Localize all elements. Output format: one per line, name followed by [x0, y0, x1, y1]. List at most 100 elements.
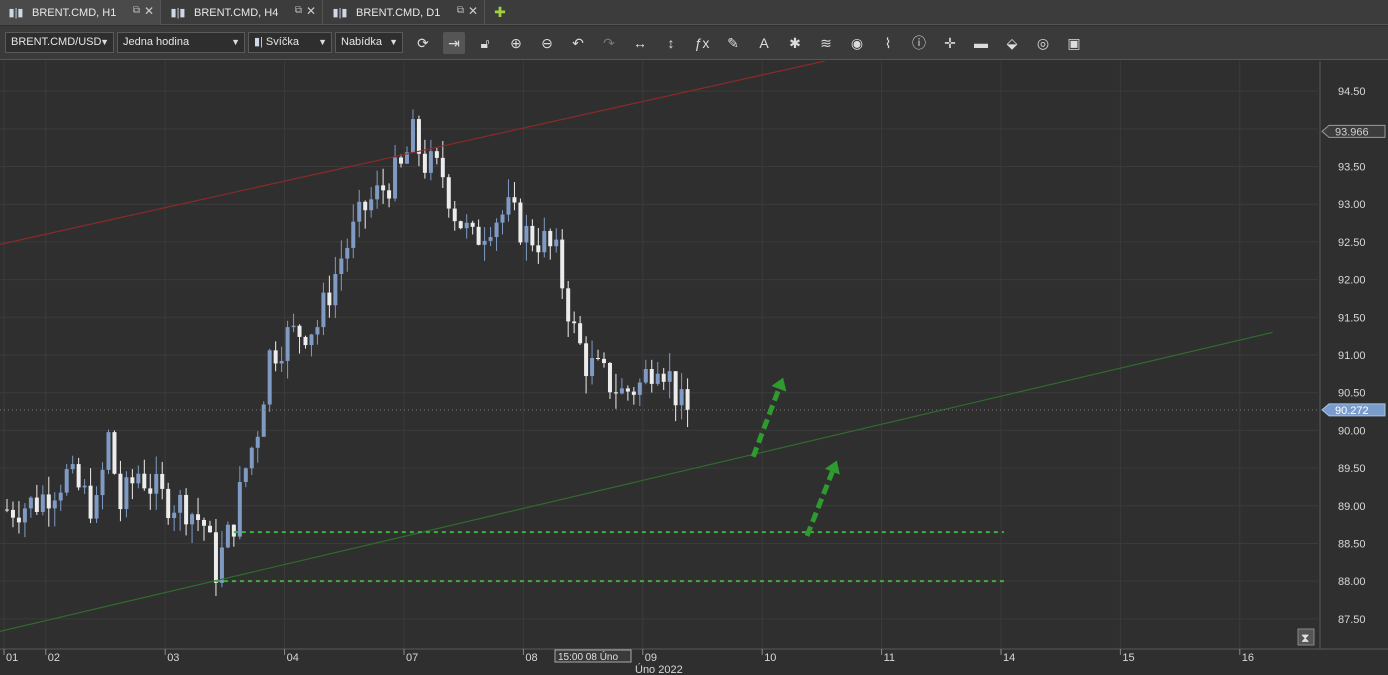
candle-body [488, 237, 493, 241]
candle-body [196, 514, 201, 520]
candle-body [40, 494, 45, 512]
price-side-value: Nabídka [341, 36, 382, 48]
candle-body [416, 119, 421, 154]
vertical-resize-icon[interactable]: ↕ [660, 32, 682, 54]
candle-body [94, 495, 99, 519]
chevron-down-icon: ▼ [231, 37, 240, 47]
y-tick-label: 92.50 [1338, 237, 1366, 249]
candle-body [452, 208, 457, 222]
tab-brent-h1[interactable]: ▮|▮ BRENT.CMD, H1 ⧉ ✕ [0, 0, 161, 25]
x-period-label: Úno 2022 [635, 663, 683, 675]
x-tick-label: 09 [645, 652, 657, 664]
undo-icon[interactable]: ↶ [567, 32, 589, 54]
indicator-fx-icon[interactable]: ƒx [691, 32, 713, 54]
close-icon[interactable]: ✕ [306, 4, 316, 18]
crosshair-icon[interactable]: ✛ [939, 32, 961, 54]
candle-body [446, 177, 451, 209]
x-tick-label: 10 [764, 652, 776, 664]
candle-chart-icon: ▮|▮ [170, 7, 186, 19]
detach-icon[interactable]: ⧉ [133, 5, 140, 16]
pattern-icon[interactable]: ✱ [784, 32, 806, 54]
candle-body [22, 508, 27, 523]
detach-icon[interactable]: ⧉ [457, 5, 464, 16]
period-separator-icon[interactable]: ▬ [970, 32, 992, 54]
candle-body [410, 119, 415, 153]
period-select[interactable]: Jedna hodina ▼ [117, 32, 245, 53]
candle-body [184, 494, 189, 525]
eye-icon[interactable]: ◉ [846, 32, 868, 54]
candle-body [673, 371, 678, 406]
info-icon[interactable]: ⓘ [908, 32, 930, 54]
candle-body [572, 321, 577, 324]
add-chart-icon[interactable]: ✚ [490, 2, 510, 22]
candle-body [476, 226, 481, 245]
candle-body [219, 547, 224, 583]
x-tick-label: 14 [1003, 652, 1015, 664]
candle-body [130, 477, 135, 484]
layers-icon[interactable]: ≋ [815, 32, 837, 54]
candle-body [554, 239, 559, 247]
horizontal-resize-icon[interactable]: ↔ [629, 32, 651, 54]
candle-body [381, 185, 386, 191]
candle-chart-icon: ▮|▮ [8, 7, 24, 19]
save-icon[interactable]: ▣ [1063, 32, 1085, 54]
candle-body [213, 532, 218, 583]
alert-icon[interactable]: ⌇ [877, 32, 899, 54]
price-side-select[interactable]: Nabídka ▼ [335, 32, 403, 53]
candle-body [160, 473, 165, 489]
high-price-label: 93.966 [1335, 126, 1369, 138]
chart-canvas[interactable]: 94.5094.0093.5093.0092.5092.0091.5091.00… [0, 60, 1388, 675]
candle-body [440, 157, 445, 178]
x-tick-label: 16 [1242, 652, 1254, 664]
candle-body [64, 469, 69, 493]
candle-body [315, 327, 320, 335]
settings-circle-icon[interactable]: ◎ [1032, 32, 1054, 54]
y-tick-label: 88.50 [1338, 538, 1366, 550]
tab-brent-d1[interactable]: ▮|▮ BRENT.CMD, D1 ⧉ ✕ [324, 0, 485, 25]
candle-body [333, 274, 338, 306]
autoshift-icon[interactable]: ⇥ [443, 32, 465, 54]
tab-brent-h4[interactable]: ▮|▮ BRENT.CMD, H4 ⧉ ✕ [162, 0, 323, 25]
candle-body [536, 245, 541, 253]
candle-body [548, 230, 553, 247]
candle-body [434, 151, 439, 158]
candle-body [590, 357, 595, 377]
candle-body [506, 197, 511, 215]
x-tick-label: 07 [406, 652, 418, 664]
candle-body [166, 488, 171, 519]
redo-icon[interactable]: ↷ [598, 32, 620, 54]
chevron-down-icon: ▼ [100, 37, 109, 47]
candle-body [399, 157, 404, 164]
close-icon[interactable]: ✕ [468, 4, 478, 18]
candle-body [685, 389, 690, 410]
detach-icon[interactable]: ⧉ [295, 5, 302, 16]
refresh-icon[interactable]: ⟳ [412, 32, 434, 54]
candle-body [273, 350, 278, 364]
candle-body [225, 524, 230, 548]
text-icon[interactable]: A [753, 32, 775, 54]
y-tick-label: 93.50 [1338, 162, 1366, 174]
y-tick-label: 87.50 [1338, 614, 1366, 626]
candle-body [285, 327, 290, 361]
instrument-value: BRENT.CMD/USD [11, 36, 102, 48]
price-chart[interactable]: 94.5094.0093.5093.0092.5092.0091.5091.00… [0, 60, 1388, 675]
candle-body [82, 485, 87, 488]
y-tick-label: 93.00 [1338, 199, 1366, 211]
close-icon[interactable]: ✕ [144, 4, 154, 18]
candle-body [339, 258, 344, 275]
candle-body [100, 469, 105, 496]
fill-icon[interactable]: ⬙ [1001, 32, 1023, 54]
zoom-out-icon[interactable]: ⊖ [536, 32, 558, 54]
pencil-icon[interactable]: ✎ [722, 32, 744, 54]
candle-type-icon: ▮| [254, 36, 263, 48]
x-tick-label: 01 [6, 652, 18, 664]
y-tick-label: 90.50 [1338, 388, 1366, 400]
x-tick-label: 04 [287, 652, 299, 664]
zoom-in-icon[interactable]: ⊕ [505, 32, 527, 54]
chart-type-select[interactable]: ▮| Svíčka ▼ [248, 32, 332, 53]
x-cursor-label: 15:00 08 Úno [558, 650, 618, 663]
lock-icon[interactable]: 🔓︎ [474, 32, 496, 54]
candle-body [667, 371, 672, 382]
instrument-select[interactable]: BRENT.CMD/USD ▼ [5, 32, 114, 53]
candle-body [393, 157, 398, 199]
